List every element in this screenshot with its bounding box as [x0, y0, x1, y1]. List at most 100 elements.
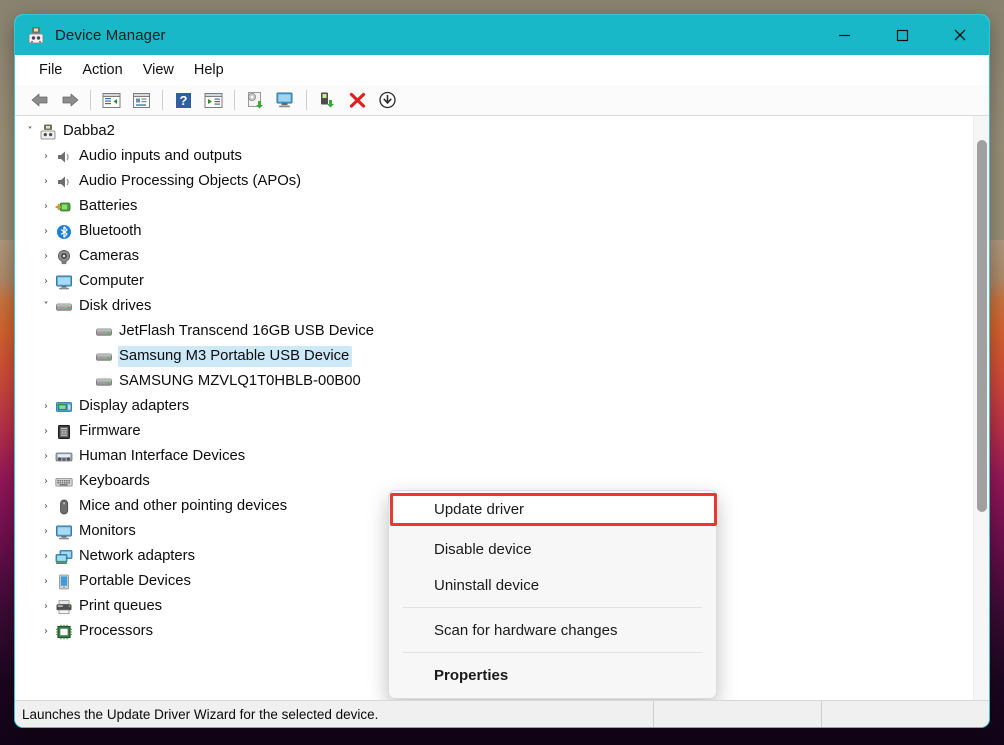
back-arrow-icon [31, 93, 47, 107]
chevron-right-icon[interactable]: › [37, 601, 55, 612]
chevron-right-icon[interactable]: › [37, 151, 55, 162]
mouse-icon [60, 499, 69, 514]
tree-node-label: Print queues [79, 598, 163, 614]
tree-node-label: Computer [79, 273, 144, 289]
context-menu-item-disable-device[interactable]: Disable device [389, 531, 716, 567]
context-menu-item-scan-for-hardware-changes[interactable]: Scan for hardware changes [389, 612, 716, 648]
printer-icon [56, 599, 72, 614]
tree-node-root[interactable]: ˅ Dabba2 [15, 119, 973, 144]
tree-node[interactable]: JetFlash Transcend 16GB USB Device [15, 319, 973, 344]
chevron-right-icon[interactable]: › [37, 176, 55, 187]
scan-hardware-changes-button[interactable] [271, 87, 300, 113]
tree-node-label: Firmware [79, 423, 141, 439]
back-button[interactable] [25, 87, 54, 113]
tree-node[interactable]: SAMSUNG MZVLQ1T0HBLB-00B00 [15, 369, 973, 394]
enable-device-button[interactable] [313, 87, 342, 113]
menu-file[interactable]: File [29, 59, 72, 81]
tree-node-label: Disk drives [79, 298, 152, 314]
chevron-right-icon[interactable]: › [37, 476, 55, 487]
forward-button[interactable] [55, 87, 84, 113]
tree-node[interactable]: ˅ Disk drives [15, 294, 973, 319]
chevron-right-icon[interactable]: › [37, 426, 55, 437]
disk-drive-icon [96, 328, 112, 336]
forward-arrow-icon [62, 93, 78, 107]
tree-node[interactable]: › Bluetooth [15, 219, 973, 244]
tree-node-label: JetFlash Transcend 16GB USB Device [119, 323, 374, 339]
chevron-right-icon[interactable]: › [37, 226, 55, 237]
toolbar-separator [306, 90, 307, 110]
update-driver-highlight-label[interactable]: Update driver [390, 493, 717, 526]
help-button[interactable]: ? [169, 87, 198, 113]
tree-node-label: Monitors [79, 523, 136, 539]
chevron-right-icon[interactable]: › [37, 526, 55, 537]
tree-node[interactable]: › Batteries [15, 194, 973, 219]
window-title: Device Manager [55, 26, 166, 44]
chevron-right-icon[interactable]: › [37, 626, 55, 637]
tree-node[interactable]: › Human Interface Devices [15, 444, 973, 469]
chevron-right-icon[interactable]: › [37, 251, 55, 262]
status-cell-1 [653, 701, 821, 727]
toolbar-separator [234, 90, 235, 110]
tree-scrollbar[interactable] [973, 116, 988, 700]
tree-node[interactable]: › Firmware [15, 419, 973, 444]
update-driver-button[interactable] [241, 87, 270, 113]
tree-node[interactable]: Samsung M3 Portable USB Device [15, 344, 973, 369]
svg-text:?: ? [180, 93, 188, 108]
chevron-right-icon[interactable]: › [37, 451, 55, 462]
tree-node-label: Samsung M3 Portable USB Device [118, 346, 353, 367]
device-manager-icon [28, 27, 44, 44]
menu-help[interactable]: Help [184, 59, 234, 81]
tree-node-label: Batteries [79, 198, 138, 214]
update-driver-icon [248, 92, 263, 109]
chevron-right-icon[interactable]: › [37, 276, 55, 287]
scan-for-hardware-changes-icon [276, 92, 293, 108]
chevron-down-icon[interactable]: ˅ [37, 301, 55, 312]
chevron-right-icon[interactable]: › [37, 501, 55, 512]
disk-drive-icon [96, 353, 112, 361]
tree-scrollbar-thumb[interactable] [977, 140, 987, 512]
properties-button[interactable] [127, 87, 156, 113]
context-menu-item-properties[interactable]: Properties [389, 657, 716, 693]
menu-view[interactable]: View [133, 59, 184, 81]
close-button[interactable] [931, 15, 989, 55]
tree-node[interactable]: › Audio inputs and outputs [15, 144, 973, 169]
tree-node[interactable]: › Display adapters [15, 394, 973, 419]
uninstall-device-button[interactable] [343, 87, 372, 113]
speaker-icon [58, 151, 69, 162]
chevron-right-icon[interactable]: › [37, 551, 55, 562]
device-tree-area: ˅ Dabba2 › Audio inputs and outputs › Audio P… [15, 116, 989, 700]
chevron-right-icon[interactable]: › [37, 401, 55, 412]
camera-icon [57, 249, 71, 264]
tree-node-label: Mice and other pointing devices [79, 498, 288, 514]
portable-device-icon [59, 574, 69, 589]
chevron-right-icon[interactable]: › [37, 201, 55, 212]
disable-device-icon [379, 91, 396, 109]
show-hide-console-tree-button[interactable] [97, 87, 126, 113]
tree-node[interactable]: › Audio Processing Objects (APOs) [15, 169, 973, 194]
computer-node-icon [40, 124, 56, 139]
network-adapter-icon [55, 549, 73, 564]
tree-node-label: Audio inputs and outputs [79, 148, 242, 164]
tree-node[interactable]: › Cameras [15, 244, 973, 269]
tree-node[interactable]: › Computer [15, 269, 973, 294]
tree-node-label: Display adapters [79, 398, 190, 414]
maximize-button[interactable] [873, 15, 931, 55]
close-icon [954, 29, 966, 41]
context-menu-item-uninstall-device[interactable]: Uninstall device [389, 567, 716, 603]
tree-node-label: SAMSUNG MZVLQ1T0HBLB-00B00 [119, 373, 361, 389]
window-controls [815, 15, 989, 55]
context-menu-separator [403, 652, 702, 653]
chevron-right-icon[interactable]: › [37, 576, 55, 587]
minimize-button[interactable] [815, 15, 873, 55]
menu-action[interactable]: Action [72, 59, 132, 81]
show-hide-action-pane-button[interactable] [199, 87, 228, 113]
toolbar: ? [15, 85, 989, 116]
properties-icon [133, 92, 150, 108]
disable-device-button[interactable] [373, 87, 402, 113]
tree-node-label: Keyboards [79, 473, 150, 489]
enable-device-icon [321, 92, 334, 108]
maximize-icon [896, 29, 908, 41]
tree-node-label: Audio Processing Objects (APOs) [79, 173, 302, 189]
display-adapter-icon [56, 401, 72, 412]
chevron-down-icon[interactable]: ˅ [21, 126, 39, 137]
